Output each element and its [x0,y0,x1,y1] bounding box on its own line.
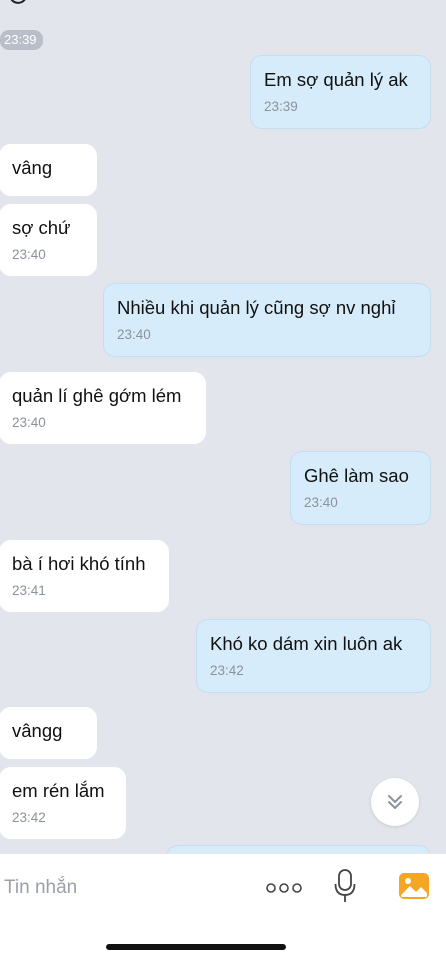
message-input-bar: Tin nhắn [0,853,446,960]
sticker-timestamp: 23:39 [0,30,43,50]
message-text: Ghê làm sao [304,465,409,486]
message-time: 23:42 [12,810,46,825]
message-text: bà í hơi khó tính [12,553,146,574]
message-bubble-incoming[interactable]: em rén lắm 23:42 [0,767,126,839]
message-bubble-incoming[interactable]: vângg [0,707,97,759]
message-text: quản lí ghê gớm lém [12,385,182,406]
message-text: sợ chứ [12,217,71,238]
microphone-icon[interactable] [334,869,356,903]
message-text: Em sợ quản lý ak [264,69,408,90]
double-chevron-down-icon [388,795,402,809]
message-input[interactable]: Tin nhắn [4,874,244,902]
message-bubble-incoming[interactable]: bà í hơi khó tính 23:41 [0,540,169,612]
message-time: 23:40 [117,327,151,342]
message-bubble-outgoing[interactable]: Khó ko dám xin luôn ak 23:42 [196,619,431,693]
home-indicator [106,944,286,950]
sticker-image[interactable] [4,0,52,16]
image-gallery-icon[interactable] [398,870,430,902]
message-time: 23:39 [264,99,298,114]
message-bubble-outgoing-partial[interactable] [166,845,431,853]
message-time: 23:41 [12,583,46,598]
message-time: 23:40 [12,415,46,430]
message-bubble-outgoing[interactable]: Ghê làm sao 23:40 [290,451,431,525]
message-time: 23:40 [304,495,338,510]
message-bubble-outgoing[interactable]: Em sợ quản lý ak 23:39 [250,55,431,129]
chat-area[interactable]: 23:39 Em sợ quản lý ak 23:39 vâng sợ chứ… [0,0,446,853]
message-text: em rén lắm [12,780,105,801]
message-bubble-incoming[interactable]: quản lí ghê gớm lém 23:40 [0,372,206,444]
message-text: vângg [12,720,63,741]
message-time: 23:42 [210,663,244,678]
message-bubble-incoming[interactable]: vâng [0,144,97,196]
message-bubble-outgoing[interactable]: Nhiều khi quản lý cũng sợ nv nghỉ 23:40 [103,283,431,357]
message-text: vâng [12,157,53,178]
message-text: Khó ko dám xin luôn ak [210,633,403,654]
message-time: 23:40 [12,247,46,262]
message-bubble-incoming[interactable]: sợ chứ 23:40 [0,204,97,276]
scroll-to-bottom-button[interactable] [371,778,419,826]
message-text: Nhiều khi quản lý cũng sợ nv nghỉ [117,297,396,318]
more-dots-icon[interactable] [266,880,302,896]
